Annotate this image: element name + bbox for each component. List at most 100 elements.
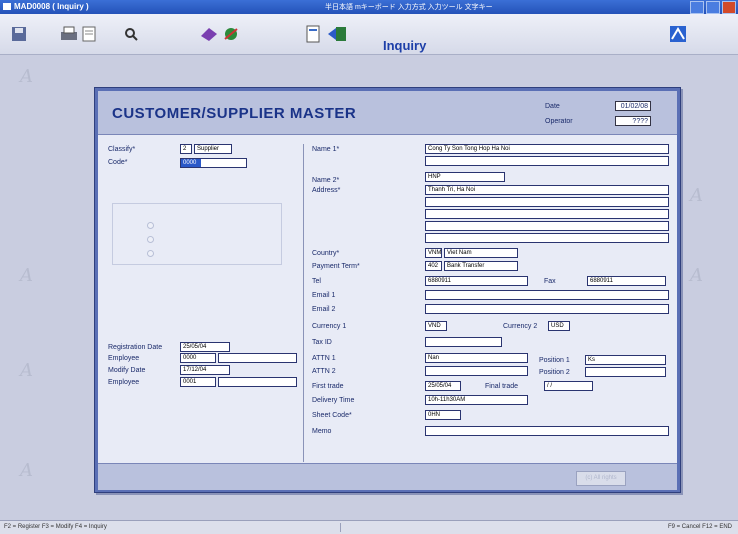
position1-label: Position 1	[539, 357, 570, 364]
address-field-line4[interactable]	[425, 221, 669, 231]
preview-icon[interactable]	[78, 23, 100, 45]
address-field-line2[interactable]	[425, 197, 669, 207]
code-field-selected[interactable]: 0000	[180, 158, 202, 168]
watermark: A	[20, 360, 33, 381]
watermark: A	[690, 185, 703, 206]
attn2-label: ATTN 2	[312, 368, 336, 375]
toolbar: Inquiry	[0, 14, 738, 55]
window-title: MAD0008 ( Inquiry )	[14, 2, 89, 11]
email1-label: Email 1	[312, 292, 336, 299]
currency2-label: Currency 2	[503, 323, 538, 330]
address-field[interactable]: Thanh Tri, Ha Noi	[425, 185, 669, 195]
position2-field[interactable]	[585, 367, 666, 377]
currency1-label: Currency 1	[312, 323, 347, 330]
memo-label: Memo	[312, 428, 332, 435]
customer-supplier-form: CUSTOMER/SUPPLIER MASTER Date 01/02/08 O…	[94, 87, 681, 493]
column-divider	[303, 144, 304, 462]
first-trade-field[interactable]: 25/05/04	[425, 381, 461, 391]
employee-label: Employee	[108, 379, 140, 386]
delivery-time-label: Delivery Time	[312, 397, 355, 404]
attn2-field[interactable]	[425, 366, 528, 376]
form-title: CUSTOMER/SUPPLIER MASTER	[112, 105, 357, 122]
registration-date-label: Registration Date	[108, 344, 163, 351]
classify-code-field[interactable]: 2	[180, 144, 192, 154]
payment-name-field[interactable]: Bank Transfer	[444, 261, 518, 271]
eraser-icon[interactable]	[198, 23, 220, 45]
employee-code-field[interactable]: 0001	[180, 377, 216, 387]
attn1-label: ATTN 1	[312, 355, 336, 362]
maximize-button[interactable]	[706, 1, 720, 14]
print-icon[interactable]	[58, 23, 80, 45]
tool-icon[interactable]	[222, 23, 244, 45]
disabled-option-group	[112, 203, 282, 265]
window-controls	[690, 1, 736, 14]
status-shortcuts-left: F2 = Register F3 = Modify F4 = Inquiry	[4, 524, 107, 530]
attn1-field[interactable]: Nan	[425, 353, 528, 363]
exit-icon[interactable]	[326, 23, 348, 45]
code-label: Code*	[108, 159, 128, 166]
payment-term-label: Payment Term*	[312, 263, 360, 270]
country-code-field[interactable]: VNM	[425, 248, 442, 258]
employee-label: Employee	[108, 355, 140, 362]
email2-label: Email 2	[312, 306, 336, 313]
code-field[interactable]	[201, 158, 247, 168]
employee-name-field[interactable]	[218, 353, 297, 363]
registration-date-field[interactable]: 25/05/04	[180, 342, 230, 352]
address-field-line5[interactable]	[425, 233, 669, 243]
close-button[interactable]	[722, 1, 736, 14]
document-icon[interactable]	[302, 23, 324, 45]
operator-label: Operator	[545, 118, 573, 125]
watermark: A	[690, 265, 703, 286]
email2-field[interactable]	[425, 304, 669, 314]
classify-name-field[interactable]: Supplier	[194, 144, 232, 154]
app-icon	[3, 3, 11, 10]
payment-code-field[interactable]: 402	[425, 261, 442, 271]
watermark: A	[20, 265, 33, 286]
currency1-field[interactable]: VND	[425, 321, 447, 331]
tax-id-field[interactable]	[425, 337, 502, 347]
footer-button[interactable]: (c) All rights	[576, 471, 626, 486]
date-field: 01/02/08	[615, 101, 651, 111]
sheet-code-field[interactable]: 0HN	[425, 410, 461, 420]
name1-field-line2[interactable]	[425, 156, 669, 166]
radio-option-2[interactable]	[147, 236, 154, 243]
operator-field: ????	[615, 116, 651, 126]
tel-label: Tel	[312, 278, 321, 285]
address-field-line3[interactable]	[425, 209, 669, 219]
logo-icon	[667, 23, 689, 45]
status-divider	[340, 523, 341, 532]
fax-field[interactable]: 6880911	[587, 276, 666, 286]
currency2-field[interactable]: USD	[548, 321, 570, 331]
search-icon[interactable]	[120, 23, 142, 45]
employee-code-field[interactable]: 0000	[180, 353, 216, 363]
sheet-code-label: Sheet Code*	[312, 412, 352, 419]
final-trade-field[interactable]: / /	[544, 381, 593, 391]
country-name-field[interactable]: Viet Nam	[444, 248, 518, 258]
email1-field[interactable]	[425, 290, 669, 300]
employee-name-field[interactable]	[218, 377, 297, 387]
memo-field[interactable]	[425, 426, 669, 436]
form-header: CUSTOMER/SUPPLIER MASTER Date 01/02/08 O…	[98, 91, 677, 135]
minimize-button[interactable]	[690, 1, 704, 14]
save-icon[interactable]	[8, 23, 30, 45]
name2-label: Name 2*	[312, 177, 340, 184]
watermark: A	[20, 66, 33, 87]
name1-field[interactable]: Cong Ty Son Tong Hop Ha Noi	[425, 144, 669, 154]
name2-field[interactable]: HNP	[425, 172, 505, 182]
code-value: 0000	[181, 159, 202, 167]
delivery-time-field[interactable]: 10h-11h30AM	[425, 395, 528, 405]
radio-option-1[interactable]	[147, 222, 154, 229]
tel-field[interactable]: 6880911	[425, 276, 528, 286]
modify-date-field[interactable]: 17/12/04	[180, 365, 230, 375]
first-trade-label: First trade	[312, 383, 344, 390]
address-label: Address*	[312, 187, 341, 194]
ime-toolbar[interactable]: 半日本語 mキーボード 入力方式 入力ツール 文字キー	[325, 2, 493, 12]
mode-label: Inquiry	[383, 38, 427, 53]
position1-field[interactable]: Ks	[585, 355, 666, 365]
country-label: Country*	[312, 250, 340, 257]
radio-option-3[interactable]	[147, 250, 154, 257]
modify-date-label: Modify Date	[108, 367, 146, 374]
status-bar: F2 = Register F3 = Modify F4 = Inquiry F…	[0, 520, 738, 534]
status-shortcuts-right: F9 = Cancel F12 = END	[667, 524, 732, 530]
final-trade-label: Final trade	[485, 383, 519, 390]
